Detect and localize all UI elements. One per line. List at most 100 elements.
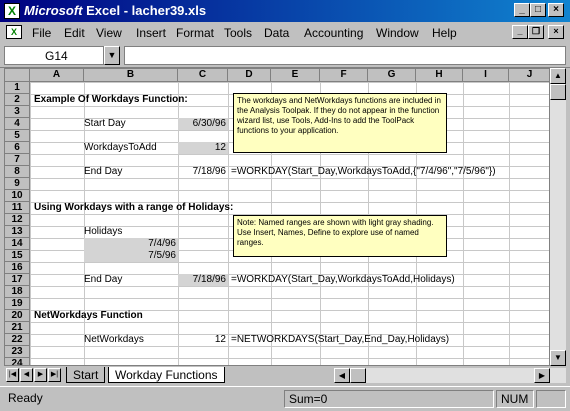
formula-input[interactable] <box>124 46 566 65</box>
menu-file[interactable]: File <box>32 26 51 40</box>
networkdays-label[interactable]: NetWorkdays <box>84 334 144 346</box>
row-header[interactable]: 20 <box>5 310 30 322</box>
menu-tools[interactable]: Tools <box>224 26 252 40</box>
holidays-label[interactable]: Holidays <box>84 226 122 238</box>
scroll-right-icon[interactable]: ▶ <box>534 368 550 383</box>
grid-line <box>228 82 229 365</box>
doc-minimize-button[interactable]: _ <box>512 25 528 39</box>
row-header[interactable]: 2 <box>5 94 30 106</box>
doc-close-button[interactable]: × <box>548 25 564 39</box>
minimize-button[interactable]: _ <box>514 3 530 17</box>
networkdays-value[interactable]: 12 <box>178 334 228 346</box>
scroll-left-icon[interactable]: ◀ <box>334 368 350 383</box>
start-day-value[interactable]: 6/30/96 <box>178 118 228 130</box>
workdays-to-add-label[interactable]: WorkdaysToAdd <box>84 142 157 154</box>
column-header-j[interactable]: J <box>509 69 549 82</box>
named-ranges-note[interactable]: Note: Named ranges are shown with light … <box>233 215 447 257</box>
workbook-icon[interactable]: X <box>6 25 22 39</box>
column-header-e[interactable]: E <box>271 69 320 82</box>
next-sheet-icon[interactable]: ▶ <box>34 368 47 382</box>
end-day-2-value[interactable]: 7/18/96 <box>178 274 228 286</box>
sheet-tab-bar: |◀ ◀ ▶ ▶| Start Workday Functions ◀ ▶ <box>4 367 566 384</box>
start-day-label[interactable]: Start Day <box>84 118 126 130</box>
row-header[interactable]: 14 <box>5 238 30 250</box>
title-bar: X Microsoft Excel - lacher39.xls _ □ × <box>0 0 570 22</box>
end-day-value[interactable]: 7/18/96 <box>178 166 228 178</box>
maximize-button[interactable]: □ <box>530 3 546 17</box>
column-header-c[interactable]: C <box>178 69 228 82</box>
grid-line <box>463 82 464 365</box>
heading-workdays-example[interactable]: Example Of Workdays Function: <box>34 94 188 106</box>
select-all-corner[interactable] <box>5 69 30 82</box>
networkdays-formula-text[interactable]: =NETWORKDAYS(Start_Day,End_Day,Holidays) <box>231 334 449 346</box>
menu-window[interactable]: Window <box>376 26 419 40</box>
close-button[interactable]: × <box>548 3 564 17</box>
status-empty <box>536 390 566 408</box>
analysis-toolpak-note[interactable]: The workdays and NetWorkdays functions a… <box>233 93 447 153</box>
column-header-i[interactable]: I <box>463 69 509 82</box>
row-header[interactable]: 16 <box>5 262 30 274</box>
first-sheet-icon[interactable]: |◀ <box>6 368 19 382</box>
holiday-date-2[interactable]: 7/5/96 <box>84 250 178 262</box>
name-box[interactable]: G14 <box>4 46 104 65</box>
menu-bar: X File Edit View Insert Format Tools Dat… <box>0 22 570 42</box>
row-header[interactable]: 24 <box>5 358 30 365</box>
prev-sheet-icon[interactable]: ◀ <box>20 368 33 382</box>
row-header[interactable]: 22 <box>5 334 30 346</box>
column-header-g[interactable]: G <box>368 69 416 82</box>
holiday-date-1[interactable]: 7/4/96 <box>84 238 178 250</box>
row-header[interactable]: 1 <box>5 82 30 94</box>
row-header[interactable]: 17 <box>5 274 30 286</box>
menu-accounting[interactable]: Accounting <box>304 26 363 40</box>
workday-holidays-formula-text[interactable]: =WORKDAY(Start_Day,WorkdaysToAdd,Holiday… <box>231 274 455 286</box>
last-sheet-icon[interactable]: ▶| <box>48 368 61 382</box>
row-header[interactable]: 6 <box>5 142 30 154</box>
column-header-h[interactable]: H <box>416 69 463 82</box>
column-header-b[interactable]: B <box>84 69 178 82</box>
row-header[interactable]: 19 <box>5 298 30 310</box>
row-header[interactable]: 4 <box>5 118 30 130</box>
end-day-label[interactable]: End Day <box>84 166 122 178</box>
row-header[interactable]: 15 <box>5 250 30 262</box>
row-header[interactable]: 23 <box>5 346 30 358</box>
menu-edit[interactable]: Edit <box>64 26 85 40</box>
row-header[interactable]: 9 <box>5 178 30 190</box>
tab-start[interactable]: Start <box>66 367 106 383</box>
column-header-f[interactable]: F <box>320 69 368 82</box>
column-header-d[interactable]: D <box>228 69 271 82</box>
horizontal-scrollbar[interactable]: ◀ ▶ <box>334 368 566 383</box>
row-header[interactable]: 13 <box>5 226 30 238</box>
row-header[interactable]: 11 <box>5 202 30 214</box>
vertical-scroll-thumb[interactable] <box>550 84 566 100</box>
menu-data[interactable]: Data <box>264 26 289 40</box>
worksheet-grid[interactable]: A B C D E F G H I J 1 2 3 4 5 6 7 8 9 10… <box>4 68 550 366</box>
workday-formula-text[interactable]: =WORKDAY(Start_Day,WorkdaysToAdd,{"7/4/9… <box>231 166 496 178</box>
row-header[interactable]: 8 <box>5 166 30 178</box>
window-title: Microsoft Excel - lacher39.xls <box>24 3 207 18</box>
row-header[interactable]: 7 <box>5 154 30 166</box>
name-box-dropdown-icon[interactable]: ▼ <box>104 46 120 65</box>
scroll-down-icon[interactable]: ▼ <box>550 350 566 366</box>
excel-app-icon[interactable]: X <box>4 3 20 19</box>
row-header[interactable]: 21 <box>5 322 30 334</box>
menu-insert[interactable]: Insert <box>136 26 166 40</box>
menu-help[interactable]: Help <box>432 26 457 40</box>
heading-networkdays[interactable]: NetWorkdays Function <box>34 310 143 322</box>
column-header-a[interactable]: A <box>30 69 84 82</box>
doc-restore-button[interactable]: ❐ <box>528 25 544 39</box>
row-header[interactable]: 3 <box>5 106 30 118</box>
menu-format[interactable]: Format <box>176 26 214 40</box>
vertical-scrollbar[interactable]: ▲ ▼ <box>550 68 566 366</box>
row-header[interactable]: 18 <box>5 286 30 298</box>
tab-workday-functions[interactable]: Workday Functions <box>108 367 225 383</box>
menu-view[interactable]: View <box>96 26 122 40</box>
row-header[interactable]: 10 <box>5 190 30 202</box>
workdays-to-add-value[interactable]: 12 <box>178 142 228 154</box>
heading-holidays-range[interactable]: Using Workdays with a range of Holidays: <box>34 202 233 214</box>
row-header[interactable]: 12 <box>5 214 30 226</box>
status-bar: Ready Sum=0 NUM <box>0 386 570 411</box>
horizontal-scroll-thumb[interactable] <box>350 368 366 383</box>
scroll-up-icon[interactable]: ▲ <box>550 68 566 84</box>
row-header[interactable]: 5 <box>5 130 30 142</box>
end-day-2-label[interactable]: End Day <box>84 274 122 286</box>
